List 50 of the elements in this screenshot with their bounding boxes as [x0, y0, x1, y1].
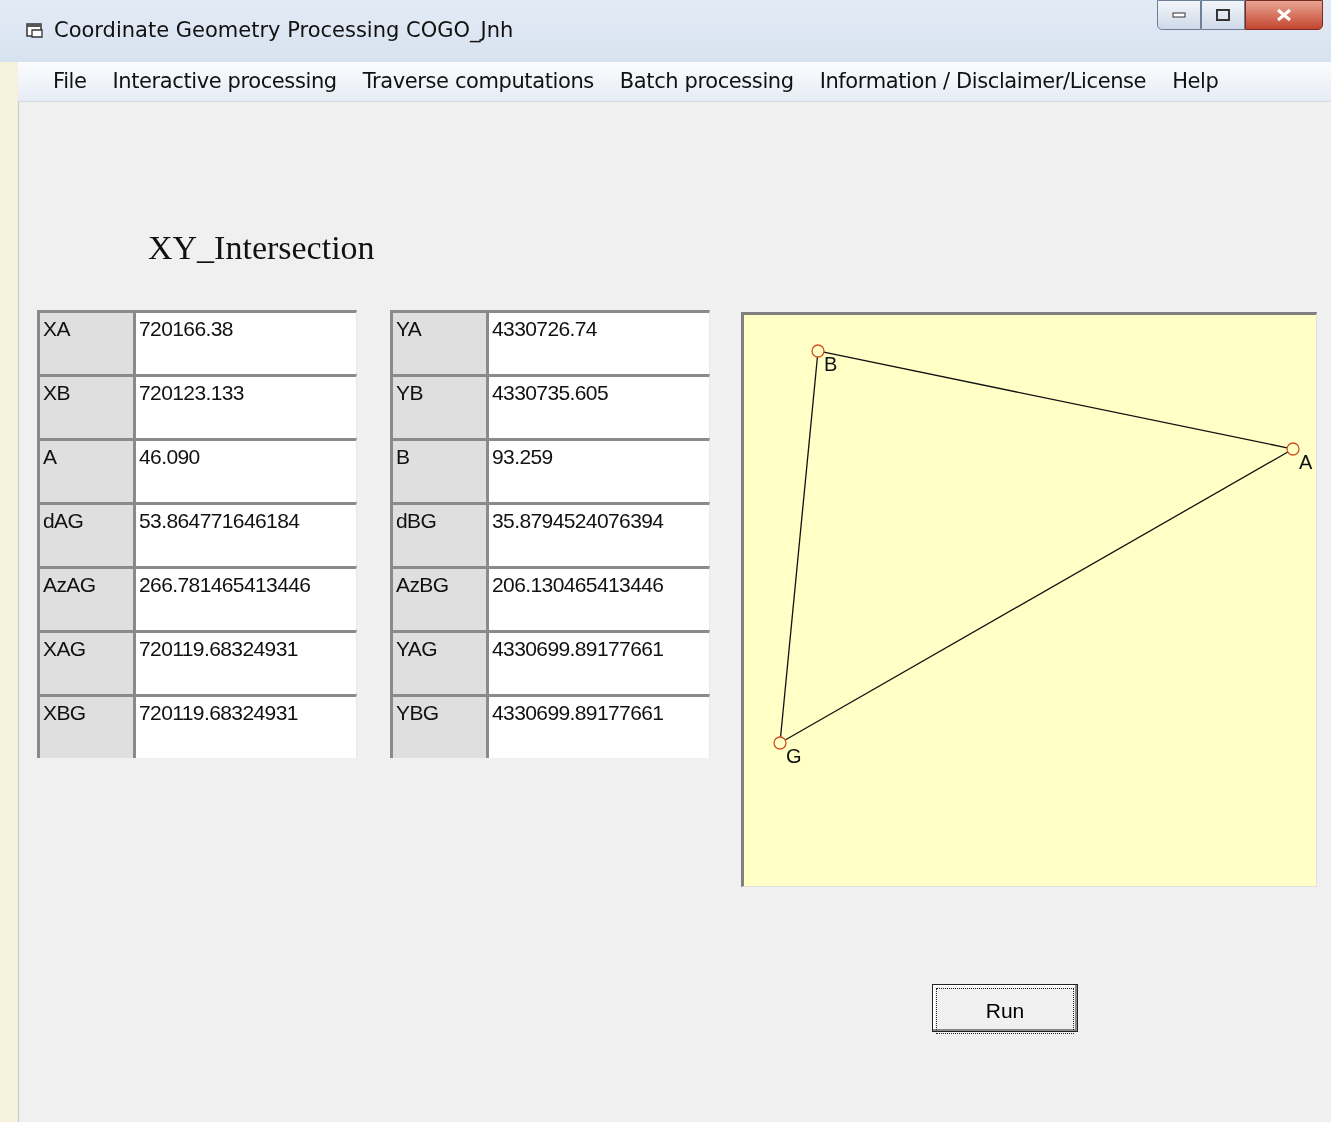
value-field[interactable]: 46.090 [133, 438, 357, 502]
field-label: YB [390, 374, 486, 438]
field-label: YA [390, 310, 486, 374]
point-label: B [824, 354, 838, 374]
value-field[interactable]: 4330735.605 [486, 374, 710, 438]
value-field[interactable]: 720123.133 [133, 374, 357, 438]
value-field[interactable]: 266.781465413446 [133, 566, 357, 630]
value-field[interactable]: 206.130465413446 [486, 566, 710, 630]
field-label: AzBG [390, 566, 486, 630]
value-field[interactable]: 35.8794524076394 [486, 502, 710, 566]
point-label: G [786, 746, 802, 766]
form-title: XY_Intersection [147, 228, 376, 268]
field-label: AzAG [37, 566, 133, 630]
field-label: YAG [390, 630, 486, 694]
value-field[interactable]: 4330699.89177661 [486, 630, 710, 694]
point-label: A [1299, 452, 1313, 472]
point-marker-icon [1286, 442, 1300, 456]
minimize-icon [1172, 12, 1186, 18]
maximize-button[interactable] [1201, 0, 1245, 30]
point-marker-icon [811, 344, 825, 358]
value-field[interactable]: 53.864771646184 [133, 502, 357, 566]
field-label: A [37, 438, 133, 502]
maximize-icon [1216, 9, 1230, 21]
menu-item[interactable]: Traverse computations [349, 65, 607, 98]
value-field[interactable]: 720119.68324931 [133, 630, 357, 694]
minimize-button[interactable] [1157, 0, 1201, 30]
run-button[interactable]: Run [932, 984, 1078, 1032]
close-button[interactable] [1245, 0, 1323, 30]
app-icon [26, 23, 44, 39]
menu-item[interactable]: File [40, 65, 100, 98]
field-label: XB [37, 374, 133, 438]
value-field[interactable]: 720166.38 [133, 310, 357, 374]
menu-item[interactable]: Interactive processing [99, 65, 350, 98]
menu-item[interactable]: Batch processing [606, 65, 807, 98]
menu-item[interactable]: Help [1159, 65, 1232, 98]
field-label: B [390, 438, 486, 502]
menu-item[interactable]: Information / Disclaimer/License [806, 65, 1160, 98]
point-marker-icon [773, 736, 787, 750]
close-icon [1276, 8, 1292, 22]
field-label: dBG [390, 502, 486, 566]
value-field[interactable]: 4330699.89177661 [486, 694, 710, 758]
value-field[interactable]: 720119.68324931 [133, 694, 357, 758]
value-field[interactable]: 93.259 [486, 438, 710, 502]
field-label: XAG [37, 630, 133, 694]
field-label: YBG [390, 694, 486, 758]
field-label: dAG [37, 502, 133, 566]
window-title: Coordinate Geometry Processing COGO_Jnh [54, 17, 514, 45]
value-field[interactable]: 4330726.74 [486, 310, 710, 374]
field-label: XBG [37, 694, 133, 758]
field-label: XA [37, 310, 133, 374]
